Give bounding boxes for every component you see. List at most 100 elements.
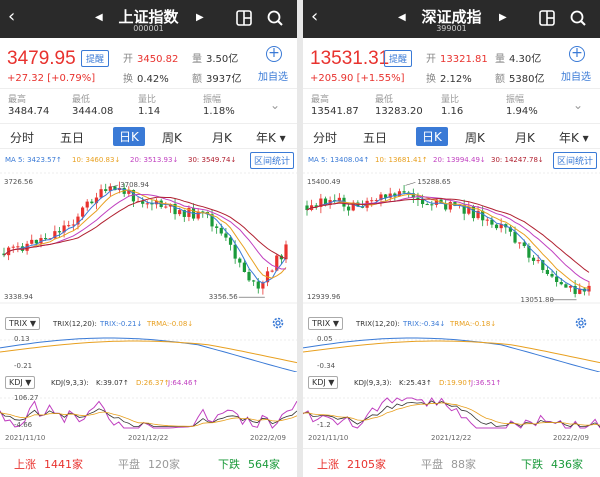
expand-chevron-icon[interactable]: ⌄ <box>270 98 280 112</box>
high-value: 3484.74 <box>8 106 50 117</box>
expand-chevron-icon[interactable]: ⌄ <box>573 98 583 112</box>
date-label-mid: 2021/12/22 <box>128 434 169 442</box>
trix-value: TRIX:-0.34↓ <box>403 320 446 328</box>
up-count: 1441家 <box>44 458 83 471</box>
candle-body <box>224 233 228 238</box>
trma-line <box>0 340 297 364</box>
ma30-value: 30: 3549.74↓ <box>188 156 237 164</box>
low-value: 13283.20 <box>375 106 423 117</box>
tab-1[interactable]: 五日 <box>60 129 84 146</box>
candle-body <box>485 219 489 221</box>
trix-chart <box>0 337 297 372</box>
trix-dropdown[interactable]: TRIX ▼ <box>5 317 40 330</box>
kdj-params: KDJ(9,3,3): <box>354 379 392 387</box>
ma20-value: 20: 3513.93↓ <box>130 156 179 164</box>
add-watchlist-icon[interactable]: + <box>569 46 585 62</box>
current-price: 3479.95 <box>7 48 76 69</box>
panel-shanghai: ‹ ◀ 上证指数 000001 ▶ 3479.95 提醒 +27.32 [+0.… <box>0 0 297 477</box>
k-peak-label: 15288.65 <box>417 178 451 187</box>
candle-body <box>247 271 251 281</box>
volume-value: 量 4.30亿 <box>495 54 542 65</box>
candle-body <box>448 201 452 210</box>
tab-5[interactable]: 年K ▾ <box>559 129 589 146</box>
kdj-chart <box>0 397 297 429</box>
kdj-dropdown[interactable]: KDJ ▼ <box>5 376 36 389</box>
candle-body <box>178 210 182 215</box>
candle-body <box>536 260 540 262</box>
divider <box>0 88 297 89</box>
trix-axis-bottom: -0.34 <box>317 362 336 370</box>
tab-1[interactable]: 五日 <box>363 129 387 146</box>
tab-4[interactable]: 月K <box>515 129 535 146</box>
k-axis-bottom: 3338.94 <box>4 293 33 301</box>
candle-body <box>242 262 246 272</box>
candle-body <box>34 239 38 244</box>
layout-icon[interactable] <box>235 9 253 27</box>
range-stats-button[interactable]: 区间统计 <box>250 152 295 169</box>
price-change: +27.32 [+0.79%] <box>7 73 96 84</box>
tab-4[interactable]: 月K <box>212 129 232 146</box>
kline-chart[interactable] <box>303 168 600 308</box>
ma5-value: MA 5: 3423.57↑ <box>5 156 62 164</box>
kdj-dropdown[interactable]: KDJ ▼ <box>308 376 339 389</box>
trix-params: TRIX(12,20): <box>356 320 400 328</box>
tab-2[interactable]: 日K <box>113 127 145 146</box>
candle-body <box>402 191 406 193</box>
down-count: 564家 <box>248 458 280 471</box>
date-label-mid: 2021/12/22 <box>431 434 472 442</box>
k-trough-label: 3356.56 <box>208 293 238 302</box>
add-watchlist-label[interactable]: 加自选 <box>258 68 288 83</box>
trix-dropdown[interactable]: TRIX ▼ <box>308 317 343 330</box>
kline-chart[interactable] <box>0 168 297 308</box>
settings-gear-icon[interactable] <box>574 316 588 330</box>
next-index-icon[interactable]: ▶ <box>499 12 507 23</box>
candle-body <box>545 269 549 274</box>
candle-body <box>219 227 223 234</box>
search-icon[interactable] <box>569 9 587 27</box>
date-label-start: 2021/11/10 <box>308 434 349 442</box>
low-label: 最低 <box>72 95 91 105</box>
turnover-value: 换 0.42% <box>123 74 169 85</box>
ma10-value: 10: 13681.41↑ <box>375 156 428 164</box>
market-breadth: 上涨 1441家 平盘 120家 下跌 564家 <box>0 448 297 477</box>
trix-axis-top: 0.13 <box>14 335 30 343</box>
candle-body <box>99 189 103 198</box>
range-stats-button[interactable]: 区间统计 <box>553 152 598 169</box>
tab-5[interactable]: 年K ▾ <box>256 129 286 146</box>
settings-gear-icon[interactable] <box>271 316 285 330</box>
tab-3[interactable]: 周K <box>465 129 485 146</box>
candle-body <box>215 226 219 228</box>
vol-ratio-value: 1.14 <box>138 106 161 117</box>
open-value: 开 3450.82 <box>123 54 179 65</box>
layout-icon[interactable] <box>538 9 556 27</box>
tab-0[interactable]: 分时 <box>313 129 337 146</box>
kdj-k-line <box>0 408 297 427</box>
amplitude-value: 1.18% <box>203 106 235 117</box>
tab-3[interactable]: 周K <box>162 129 182 146</box>
trma-value: TRMA:-0.08↓ <box>147 320 194 328</box>
trix-params: TRIX(12,20): <box>53 320 97 328</box>
header-bar: ‹ ◀ 深证成指 399001 ▶ <box>303 0 600 38</box>
remind-button[interactable]: 提醒 <box>81 50 110 67</box>
add-watchlist-label[interactable]: 加自选 <box>561 68 591 83</box>
trix-axis-bottom: -0.21 <box>14 362 33 370</box>
amplitude-label: 振幅 <box>506 95 525 105</box>
next-index-icon[interactable]: ▶ <box>196 12 204 23</box>
trix-value: TRIX:-0.21↓ <box>100 320 143 328</box>
ma10-value: 10: 3460.83↓ <box>72 156 121 164</box>
high-value: 13541.87 <box>311 106 359 117</box>
add-watchlist-icon[interactable]: + <box>266 46 282 62</box>
ma5-value: MA 5: 13408.04↑ <box>308 156 370 164</box>
search-icon[interactable] <box>266 9 284 27</box>
trma-value: TRMA:-0.18↓ <box>450 320 497 328</box>
date-label-start: 2021/11/10 <box>5 434 46 442</box>
trix-axis-top: 0.05 <box>317 335 333 343</box>
candle-body <box>85 201 89 208</box>
remind-button[interactable]: 提醒 <box>384 50 413 67</box>
candle-body <box>67 225 71 227</box>
tab-0[interactable]: 分时 <box>10 129 34 146</box>
tab-2[interactable]: 日K <box>416 127 448 146</box>
kdj-axis-bottom: -1.2 <box>317 421 331 429</box>
candle-body <box>531 257 536 261</box>
candle-body <box>141 201 145 204</box>
